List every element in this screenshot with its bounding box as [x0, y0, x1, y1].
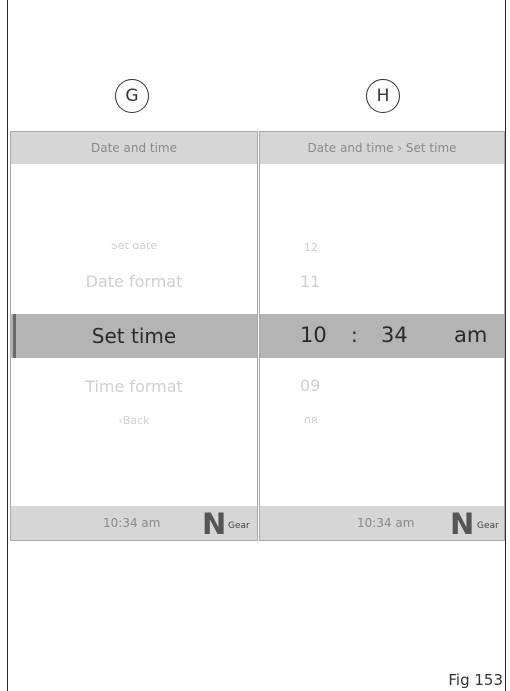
right-gear-label: Gear: [477, 521, 499, 531]
label-g: G: [115, 79, 149, 113]
hour-option-12[interactable]: 12: [304, 243, 318, 253]
frame-left-line: [7, 0, 8, 691]
label-h-text: H: [376, 86, 390, 106]
right-panel-header: Date and time › Set time: [260, 132, 504, 164]
hour-option-08[interactable]: 08: [304, 416, 318, 423]
right-footer-time: 10:34 am: [357, 516, 415, 530]
label-h: H: [366, 79, 400, 113]
frame-right-line: [505, 0, 506, 691]
menu-item-set-time[interactable]: Set time: [11, 314, 257, 358]
selected-ampm[interactable]: am: [454, 323, 487, 347]
set-time-label: Set time: [91, 324, 177, 348]
back-button[interactable]: ‹Back: [11, 414, 257, 425]
hour-option-11[interactable]: 11: [300, 272, 320, 291]
menu-item-date-format[interactable]: Date format: [11, 272, 257, 291]
menu-item-set-date[interactable]: Set date: [11, 243, 257, 255]
left-panel-footer: 10:34 am N Gear: [11, 506, 257, 540]
right-panel-footer: 10:34 am N Gear: [260, 506, 504, 540]
time-selection-row[interactable]: 10 : 34 am: [260, 314, 504, 358]
selected-hour[interactable]: 10: [300, 323, 327, 347]
left-panel-header-title: Date and time: [91, 141, 177, 155]
left-gear-indicator: N: [202, 507, 227, 541]
label-g-text: G: [125, 86, 139, 106]
menu-item-time-format[interactable]: Time format: [11, 377, 257, 396]
left-gear-label: Gear: [228, 521, 250, 531]
selected-minute[interactable]: 34: [381, 323, 408, 347]
left-footer-time: 10:34 am: [103, 516, 161, 530]
time-separator: :: [351, 323, 358, 347]
hour-option-09[interactable]: 09: [300, 376, 320, 395]
right-panel-header-title: Date and time › Set time: [307, 141, 457, 155]
figure-label: Fig 153: [448, 671, 503, 689]
left-screen-panel: Date and time Set date Date format Set t…: [10, 131, 258, 541]
left-panel-header: Date and time: [11, 132, 257, 164]
right-screen-panel: Date and time › Set time 12 11 10 : 34 a…: [259, 131, 505, 541]
right-gear-indicator: N: [450, 507, 475, 541]
